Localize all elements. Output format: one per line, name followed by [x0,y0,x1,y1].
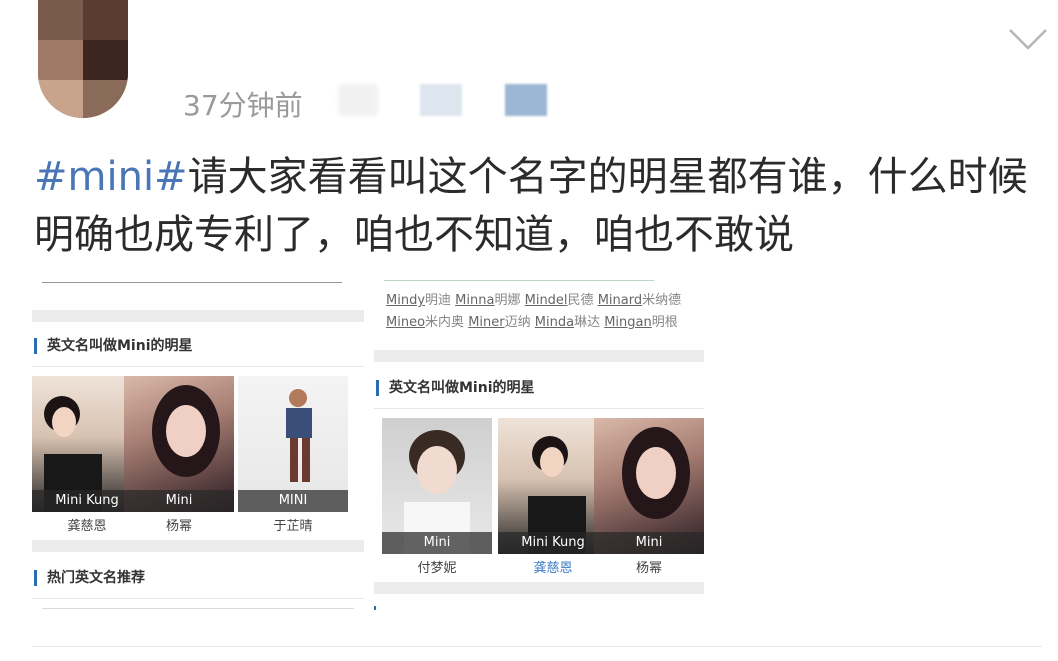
star-en-name: Mini [382,532,492,554]
right-screenshot-panel: Mindy明迪 Minna明娜 Mindel民德 Minard米纳德 Mineo… [374,272,704,610]
star-cn-name: 付梦妮 [417,561,457,576]
left-screenshot-panel: 英文名叫做Mini的明星 Mini Kung 龚慈恩 Mini 杨幂 MINI … [32,272,364,610]
blurred-badge [505,84,547,116]
star-card[interactable]: Mini 杨幂 [594,418,704,578]
post-body: #mini#请大家看看叫这个名字的明星都有谁，什么时候明确也成专利了，咱也不知道… [34,148,1034,264]
section-title: 热门英文名推荐 [34,570,145,586]
star-card[interactable]: Mini 杨幂 [124,376,234,536]
star-card[interactable]: MINI 于芷晴 [238,376,348,536]
avatar[interactable] [38,0,128,118]
chevron-down-icon[interactable] [1008,22,1048,54]
section-title: 英文名叫做Mini的明星 [34,338,193,354]
star-en-name: Mini [124,490,234,512]
name-list-row: Mindy明迪 Minna明娜 Mindel民德 Minard米纳德 [386,293,682,308]
star-cn-name: 杨幂 [165,519,192,534]
star-cn-name: 龚慈恩 [533,561,573,576]
star-cn-name: 于芷晴 [273,519,313,534]
hashtag-link[interactable]: #mini# [34,154,188,200]
star-cn-name: 杨幂 [635,561,662,576]
post-time: 37分钟前 [183,89,303,122]
star-card[interactable]: Mini 付梦妮 [382,418,492,578]
blurred-badge [420,84,462,116]
section-title: 英文名叫做Mini的明星 [376,380,535,396]
star-card[interactable]: Mini Kung 龚慈恩 [498,418,608,578]
name-list-row: Mineo米内奥 Miner迈纳 Minda琳达 Mingan明根 [386,315,678,330]
star-en-name: Mini [594,532,704,554]
star-en-name: Mini Kung [498,532,608,554]
embedded-screenshot[interactable]: 英文名叫做Mini的明星 Mini Kung 龚慈恩 Mini 杨幂 MINI … [32,272,704,610]
blurred-username [338,84,378,116]
star-en-name: MINI [238,490,348,512]
divider [32,646,1042,647]
